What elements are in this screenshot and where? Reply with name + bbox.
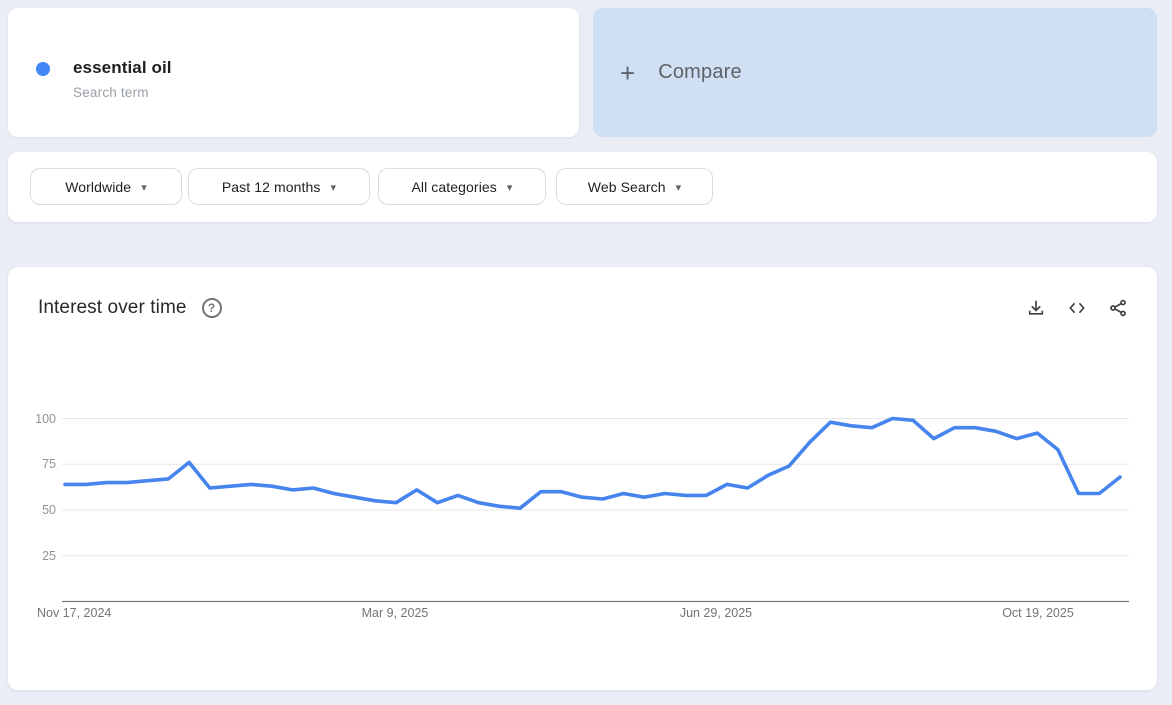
x-tick-label: Jun 29, 2025 — [679, 606, 753, 620]
region-filter-label: Worldwide — [65, 178, 132, 195]
y-tick-label: 25 — [42, 548, 56, 563]
plus-icon: + — [620, 57, 636, 88]
region-filter-dropdown[interactable]: Worldwide ▾ — [30, 168, 182, 205]
x-tick-label: Nov 17, 2024 — [37, 606, 112, 620]
category-filter-dropdown[interactable]: All categories ▾ — [378, 168, 546, 205]
y-tick-label: 75 — [42, 457, 56, 472]
search-term-title: essential oil — [73, 58, 172, 77]
search-term-card[interactable]: essential oil Search term — [8, 8, 579, 137]
filter-bar: Worldwide ▾ Past 12 months ▾ All categor… — [8, 152, 1157, 222]
chevron-down-icon: ▾ — [506, 181, 513, 194]
category-filter-label: All categories — [411, 178, 497, 195]
search-term-subtitle: Search term — [73, 85, 149, 100]
chevron-down-icon: ▾ — [675, 181, 682, 194]
chevron-down-icon: ▾ — [141, 181, 147, 194]
time-range-filter-dropdown[interactable]: Past 12 months ▾ — [188, 168, 370, 205]
series-color-dot-icon — [36, 62, 50, 76]
search-type-filter-dropdown[interactable]: Web Search ▾ — [556, 168, 713, 205]
add-comparison-button[interactable]: + Compare — [593, 8, 1157, 137]
y-tick-label: 100 — [35, 411, 56, 426]
interest-over-time-card: Interest over time ? 100 75 50 25 Nov 17… — [8, 267, 1157, 690]
chevron-down-icon: ▾ — [330, 181, 337, 194]
search-type-filter-label: Web Search — [587, 178, 666, 195]
y-tick-label: 50 — [42, 503, 56, 517]
compare-label: Compare — [658, 61, 742, 83]
x-tick-label: Mar 9, 2025 — [361, 606, 429, 620]
trend-line-chart-canvas — [62, 416, 1129, 603]
time-range-filter-label: Past 12 months — [221, 178, 321, 195]
x-tick-label: Oct 19, 2025 — [1002, 606, 1074, 620]
trend-line-series — [63, 416, 1122, 510]
